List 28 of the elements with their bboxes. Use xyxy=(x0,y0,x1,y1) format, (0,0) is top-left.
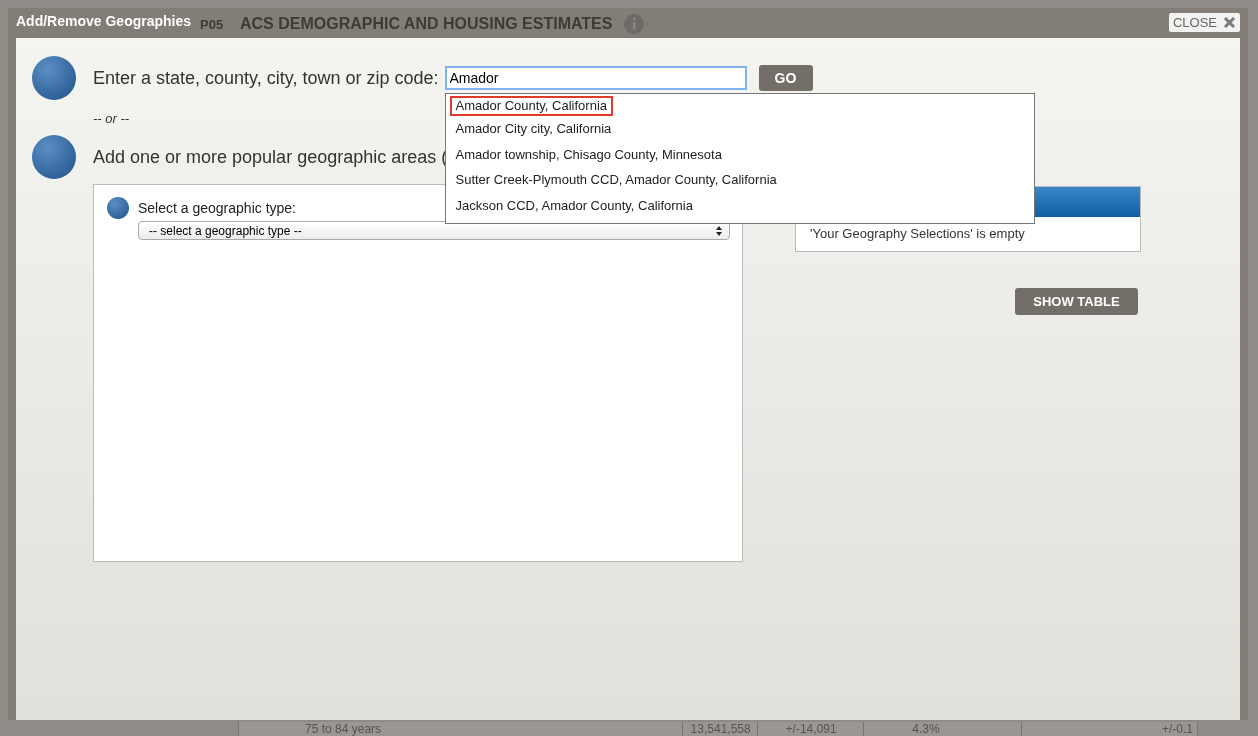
search-label: Enter a state, county, city, town or zip code: xyxy=(93,67,439,89)
table-cell: 13,541,558 xyxy=(681,722,757,736)
search-field[interactable]: Amador xyxy=(444,66,747,90)
selections-empty-text: 'Your Geography Selections' is empty xyxy=(809,225,1026,243)
table-id: P05 xyxy=(200,16,225,32)
close-button[interactable]: CLOSE xyxy=(1168,13,1240,32)
table-cell: 75 to 84 years xyxy=(238,722,682,736)
bullet-icon xyxy=(107,197,129,219)
suggestion-item[interactable]: Amador City city, California xyxy=(449,116,618,142)
suggestion-item[interactable]: Amador township, Chisago County, Minnesota xyxy=(449,141,728,167)
table-cell: +/-14,091 xyxy=(756,722,864,736)
bullet-icon xyxy=(32,135,76,179)
info-icon xyxy=(624,14,645,34)
type-label: Select a geographic type: xyxy=(138,200,296,216)
bullet-icon xyxy=(32,56,76,100)
table-cell: +/-0.1 xyxy=(1020,722,1198,736)
suggestion-item[interactable]: Sutter Creek-Plymouth CCD, Amador County, California xyxy=(449,167,783,193)
dialog-title: Add/Remove Geographies xyxy=(16,13,192,29)
table-cell: 4.3% xyxy=(863,722,1021,736)
updown-arrows-icon xyxy=(715,224,723,237)
separator-text: -- or -- xyxy=(93,111,131,126)
suggestion-item[interactable]: Amador County, California xyxy=(449,96,613,116)
go-button[interactable]: GO xyxy=(758,65,813,91)
table-title: ACS DEMOGRAPHIC AND HOUSING ESTIMATES xyxy=(240,15,613,33)
type-select[interactable]: -- select a geographic type -- xyxy=(138,221,730,240)
close-icon xyxy=(1223,16,1236,29)
suggestion-item[interactable]: Jackson CCD, Amador County, California xyxy=(449,192,699,218)
show-table-button[interactable]: SHOW TABLE xyxy=(1015,288,1138,315)
